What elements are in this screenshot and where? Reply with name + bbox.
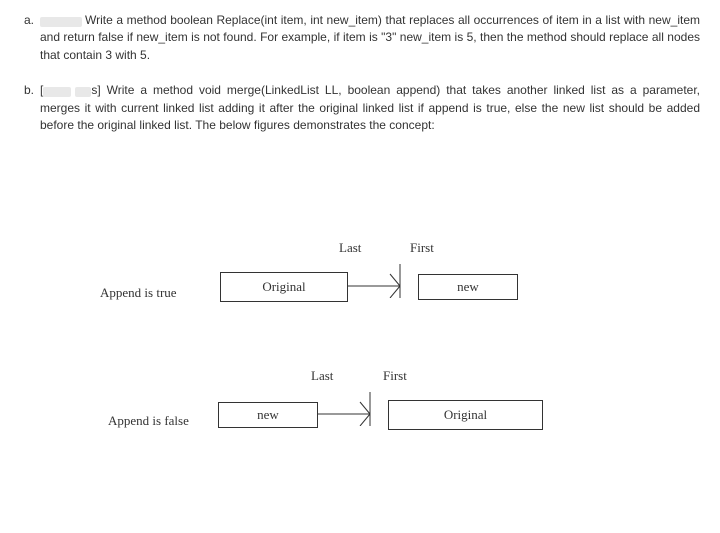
redacted-mark-a [40,17,82,27]
problem-b-body: [s] Write a method void merge(LinkedList… [40,82,700,134]
box-original-1: Original [220,272,348,302]
redacted-mark-b2 [75,87,91,97]
label-last-1: Last [339,240,361,256]
problem-b-lead2: s] [91,83,100,97]
diagram-area: Last First Append is true Original new L… [60,240,660,496]
box-original-2: Original [388,400,543,430]
problem-a-text: Write a method boolean Replace(int item,… [40,13,700,62]
diagram-row-true: Last First Append is true Original new [60,240,660,360]
label-last-2: Last [311,368,333,384]
problem-b-text: Write a method void merge(LinkedList LL,… [40,83,700,132]
redacted-mark-b1 [43,87,71,97]
box-new-1: new [418,274,518,300]
diagram-row-false: Last First Append is false new Original [60,368,660,488]
problem-a-body: Write a method boolean Replace(int item,… [40,12,700,64]
arrow-1 [348,264,420,298]
arrow-2 [318,392,390,426]
caption-append-false: Append is false [108,413,189,429]
problem-b-letter: b. [20,82,34,134]
label-first-1: First [410,240,434,256]
problem-b: b. [s] Write a method void merge(LinkedL… [20,82,700,134]
label-first-2: First [383,368,407,384]
problem-a-letter: a. [20,12,34,64]
caption-append-true: Append is true [100,285,177,301]
box-new-2: new [218,402,318,428]
problem-a: a. Write a method boolean Replace(int it… [20,12,700,64]
